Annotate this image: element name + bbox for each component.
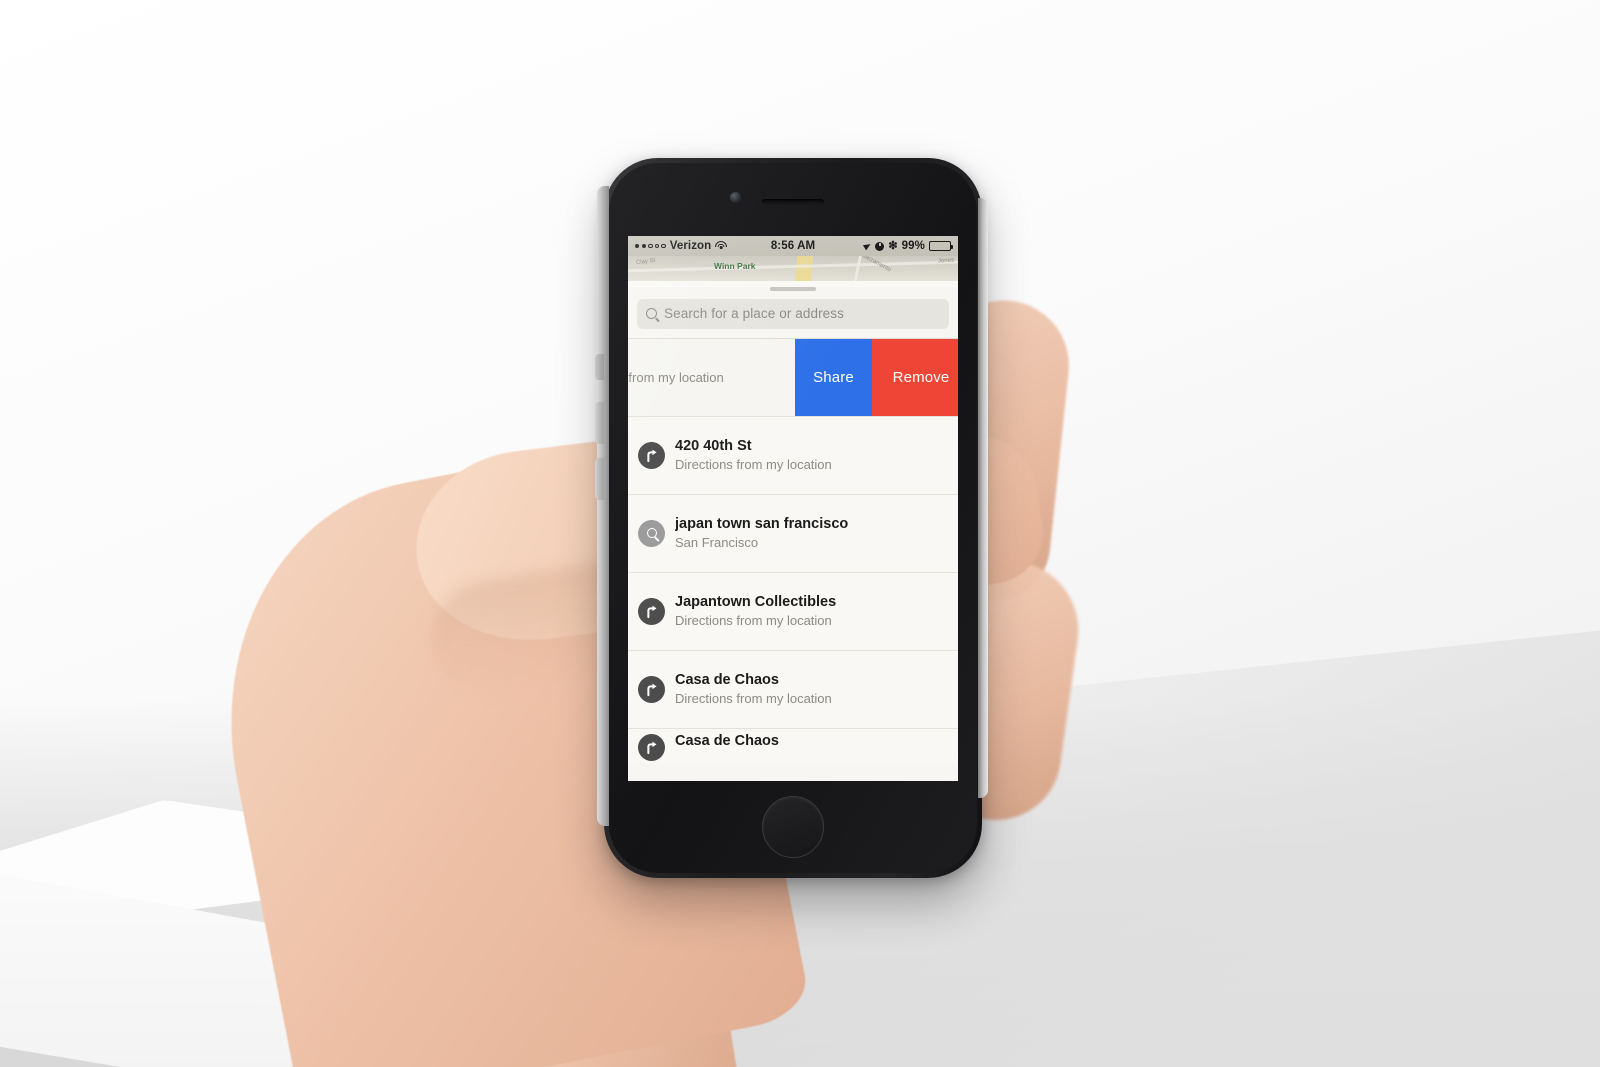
front-camera-icon bbox=[730, 192, 741, 203]
swiped-row-text: Directions from my location bbox=[628, 368, 724, 387]
search-panel: Search for a place or address from my lo… bbox=[628, 287, 958, 781]
swipe-action-buttons: Share Remove bbox=[795, 338, 958, 416]
battery-icon bbox=[929, 241, 953, 251]
result-title: Casa de Chaos bbox=[675, 732, 779, 749]
signal-dot-2 bbox=[641, 243, 646, 249]
signal-dot-1 bbox=[635, 243, 640, 249]
home-button[interactable] bbox=[762, 796, 824, 858]
search-results-list: Directions from my location Share Remove bbox=[628, 338, 958, 763]
phone-right-edge bbox=[978, 198, 988, 798]
signal-dot-4 bbox=[654, 243, 660, 249]
directions-turn-right-icon bbox=[638, 597, 665, 625]
map-street-label-1: Clay St bbox=[635, 257, 656, 267]
map-road-minor-2 bbox=[852, 256, 863, 281]
table-row[interactable]: 420 40th St Directions from my location bbox=[628, 416, 958, 495]
search-icon bbox=[646, 308, 657, 320]
volume-down-button[interactable] bbox=[595, 458, 604, 500]
directions-turn-right-icon bbox=[638, 441, 665, 469]
carrier-label: Verizon bbox=[669, 240, 712, 252]
table-row[interactable]: Japantown Collectibles Directions from m… bbox=[628, 572, 958, 651]
row-text: 420 40th St Directions from my location bbox=[675, 437, 832, 474]
search-history-icon bbox=[638, 519, 665, 547]
result-title: Japantown Collectibles bbox=[675, 593, 837, 610]
search-placeholder: Search for a place or address bbox=[664, 306, 844, 322]
phone-left-edge bbox=[597, 186, 609, 826]
search-bar-container: Search for a place or address bbox=[628, 291, 958, 338]
directions-turn-right-icon bbox=[638, 733, 665, 761]
swiped-row-content: Directions from my location bbox=[628, 339, 724, 416]
table-row-swiped[interactable]: Directions from my location Share Remove bbox=[628, 338, 958, 417]
map-road-minor-1 bbox=[628, 260, 958, 272]
wifi-icon bbox=[715, 241, 728, 251]
mute-switch[interactable] bbox=[595, 354, 604, 380]
status-bar-left: Verizon bbox=[635, 240, 728, 252]
status-bar-clock: 8:56 AM bbox=[770, 240, 816, 252]
row-text: Casa de Chaos bbox=[675, 732, 779, 750]
result-title: 420 40th St bbox=[675, 437, 752, 454]
map-street-label-3: Jones bbox=[937, 257, 955, 265]
remove-action[interactable]: Remove bbox=[872, 338, 958, 416]
bluetooth-icon: ❇ bbox=[888, 239, 898, 252]
location-arrow-icon bbox=[863, 241, 873, 251]
status-bar-right: ❇ 99% bbox=[863, 239, 953, 252]
result-subtitle: Directions from my location bbox=[675, 612, 832, 628]
result-subtitle: San Francisco bbox=[675, 534, 759, 550]
signal-strength-dots bbox=[635, 243, 666, 249]
table-row[interactable]: Casa de Chaos Directions from my locatio… bbox=[628, 650, 958, 729]
table-row[interactable]: japan town san francisco San Francisco bbox=[628, 494, 958, 573]
map-road-major bbox=[794, 256, 814, 281]
iphone-device: Verizon 8:56 AM ❇ 99% Winn Park Clay St … bbox=[595, 158, 988, 878]
row-text: Casa de Chaos Directions from my locatio… bbox=[675, 671, 832, 708]
result-title: japan town san francisco bbox=[675, 515, 849, 532]
phone-screen: Verizon 8:56 AM ❇ 99% Winn Park Clay St … bbox=[628, 236, 958, 781]
status-bar: Verizon 8:56 AM ❇ 99% bbox=[628, 236, 958, 256]
share-action[interactable]: Share bbox=[795, 338, 872, 416]
row-text: Japantown Collectibles Directions from m… bbox=[675, 593, 836, 630]
result-subtitle: Directions from my location bbox=[675, 456, 832, 472]
result-subtitle: Directions from my location bbox=[675, 690, 832, 706]
map-park-label: Winn Park bbox=[714, 261, 756, 271]
signal-dot-3 bbox=[648, 243, 653, 249]
alarm-clock-icon bbox=[875, 241, 885, 251]
map-background[interactable]: Winn Park Clay St Sacramento Jones bbox=[628, 256, 958, 281]
table-row[interactable]: Casa de Chaos bbox=[628, 728, 958, 763]
photo-scene: Verizon 8:56 AM ❇ 99% Winn Park Clay St … bbox=[0, 0, 1600, 1067]
signal-dot-5 bbox=[661, 243, 666, 249]
swiped-row-subtitle: Directions from my location bbox=[628, 369, 724, 385]
battery-percent-label: 99% bbox=[901, 240, 925, 252]
directions-turn-right-icon bbox=[638, 675, 665, 703]
row-text: japan town san francisco San Francisco bbox=[675, 515, 848, 552]
result-title: Casa de Chaos bbox=[675, 671, 779, 688]
volume-up-button[interactable] bbox=[595, 402, 604, 444]
search-input[interactable]: Search for a place or address bbox=[637, 298, 949, 329]
earpiece-speaker bbox=[762, 199, 824, 205]
